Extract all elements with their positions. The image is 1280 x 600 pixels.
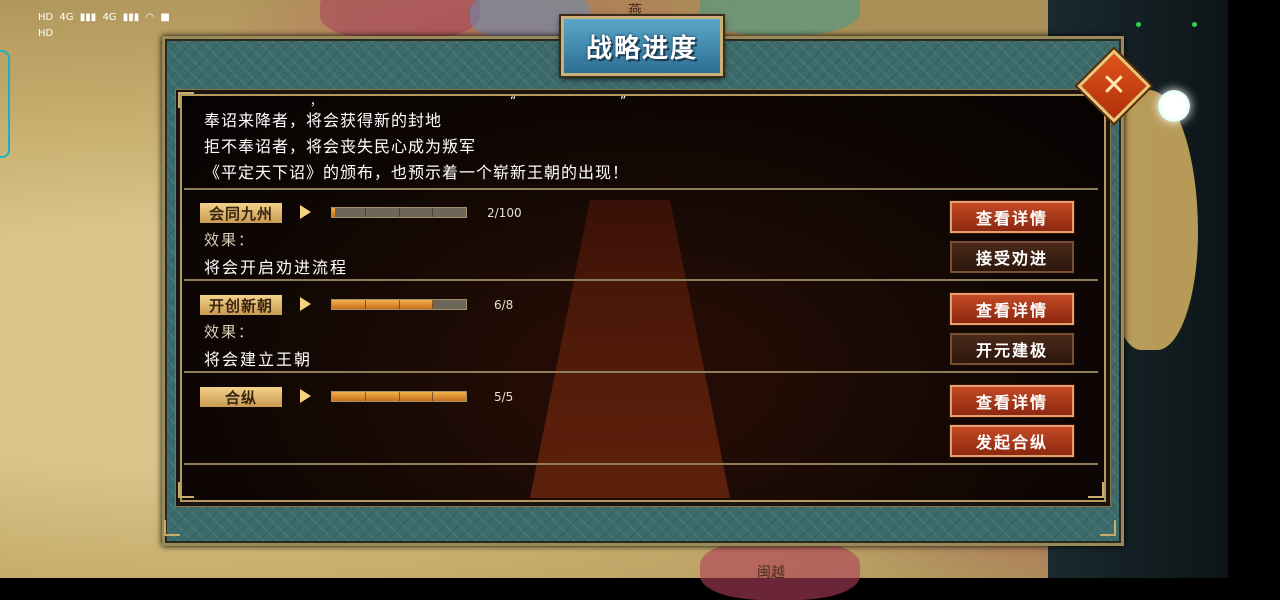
intro-line: 奉诏来降者，将会获得新的封地 xyxy=(204,111,443,130)
signal-icon: ▮▮▮ xyxy=(122,12,140,23)
map-region xyxy=(700,0,860,35)
progress-fill xyxy=(332,300,433,309)
bar-segment xyxy=(399,300,400,309)
goal-name-tag: 会同九州 xyxy=(200,203,282,223)
intro-line: 拒不奉诏者，将会丧失民心成为叛军 xyxy=(204,137,477,156)
start-alliance-button[interactable]: 发起合纵 xyxy=(950,425,1074,457)
goal-progress-bar xyxy=(331,207,467,218)
progress-count: 6/8 xyxy=(494,298,514,312)
found-dynasty-button[interactable]: 开元建极 xyxy=(950,333,1074,365)
wifi-icon: ◠ xyxy=(145,12,155,23)
play-arrow-icon xyxy=(300,297,311,311)
corner-ornament xyxy=(164,520,180,536)
divider xyxy=(184,463,1098,465)
dialog-title-text: 战略进度 xyxy=(585,33,698,64)
video-icon: ■ xyxy=(160,12,170,23)
network-type: 4G xyxy=(102,12,117,23)
dialog-title: 战略进度 xyxy=(561,16,723,76)
map-region xyxy=(320,0,480,40)
goal-name-tag: 开创新朝 xyxy=(200,295,282,315)
corner-ornament xyxy=(178,92,194,108)
signal-icon: ▮▮▮ xyxy=(79,12,97,23)
side-handle[interactable] xyxy=(0,50,10,158)
effect-text: 将会建立王朝 xyxy=(204,350,313,369)
view-details-button[interactable]: 查看详情 xyxy=(950,293,1074,325)
accept-persuasion-button[interactable]: 接受劝进 xyxy=(950,241,1074,273)
effect-label: 效果： xyxy=(204,231,256,249)
intro-text: 奉诏来降者，将会获得新的封地 拒不奉诏者，将会丧失民心成为叛军 《平定天下诏》的… xyxy=(204,108,629,186)
play-arrow-icon xyxy=(300,389,311,403)
divider xyxy=(184,371,1098,373)
bar-segment xyxy=(365,208,366,217)
map-label-bottom: 闽越 xyxy=(757,565,785,581)
progress-count: 5/5 xyxy=(494,390,514,404)
map-marker-icon xyxy=(1136,22,1141,27)
view-details-button[interactable]: 查看详情 xyxy=(950,201,1074,233)
bar-segment xyxy=(432,208,433,217)
goal-name-tag: 合纵 xyxy=(200,387,282,407)
close-icon: ✕ xyxy=(1101,68,1127,103)
goal-progress-bar xyxy=(331,391,467,402)
status-bar: HD 4G ▮▮▮ 4G ▮▮▮ ◠ ■ HD xyxy=(38,10,173,42)
hd-indicator: HD xyxy=(38,28,54,39)
quote-mark: ， xyxy=(310,94,323,108)
progress-count: 2/100 xyxy=(487,206,522,220)
bar-segment xyxy=(432,300,433,309)
corner-ornament xyxy=(178,482,194,498)
divider xyxy=(184,279,1098,281)
bar-segment xyxy=(432,392,433,401)
view-details-button[interactable]: 查看详情 xyxy=(950,385,1074,417)
effect-text: 将会开启劝进流程 xyxy=(204,258,349,277)
moon-icon xyxy=(1158,90,1190,122)
map-marker-icon xyxy=(1192,22,1197,27)
play-arrow-icon xyxy=(300,205,311,219)
screen-edge xyxy=(1228,0,1280,578)
progress-fill xyxy=(332,208,335,217)
bar-segment xyxy=(399,392,400,401)
network-type: 4G xyxy=(59,12,74,23)
corner-ornament xyxy=(1100,520,1116,536)
bar-segment xyxy=(365,300,366,309)
goal-progress-bar xyxy=(331,299,467,310)
effect-label: 效果： xyxy=(204,323,256,341)
bar-segment xyxy=(365,392,366,401)
quote-mark: ” xyxy=(620,94,627,108)
divider xyxy=(184,188,1098,190)
quote-mark: “ xyxy=(510,94,517,108)
corner-ornament xyxy=(1088,482,1104,498)
bar-segment xyxy=(399,208,400,217)
intro-line: 《平定天下诏》的颁布，也预示着一个崭新王朝的出现！ xyxy=(204,163,630,182)
hd-indicator: HD xyxy=(38,12,54,23)
